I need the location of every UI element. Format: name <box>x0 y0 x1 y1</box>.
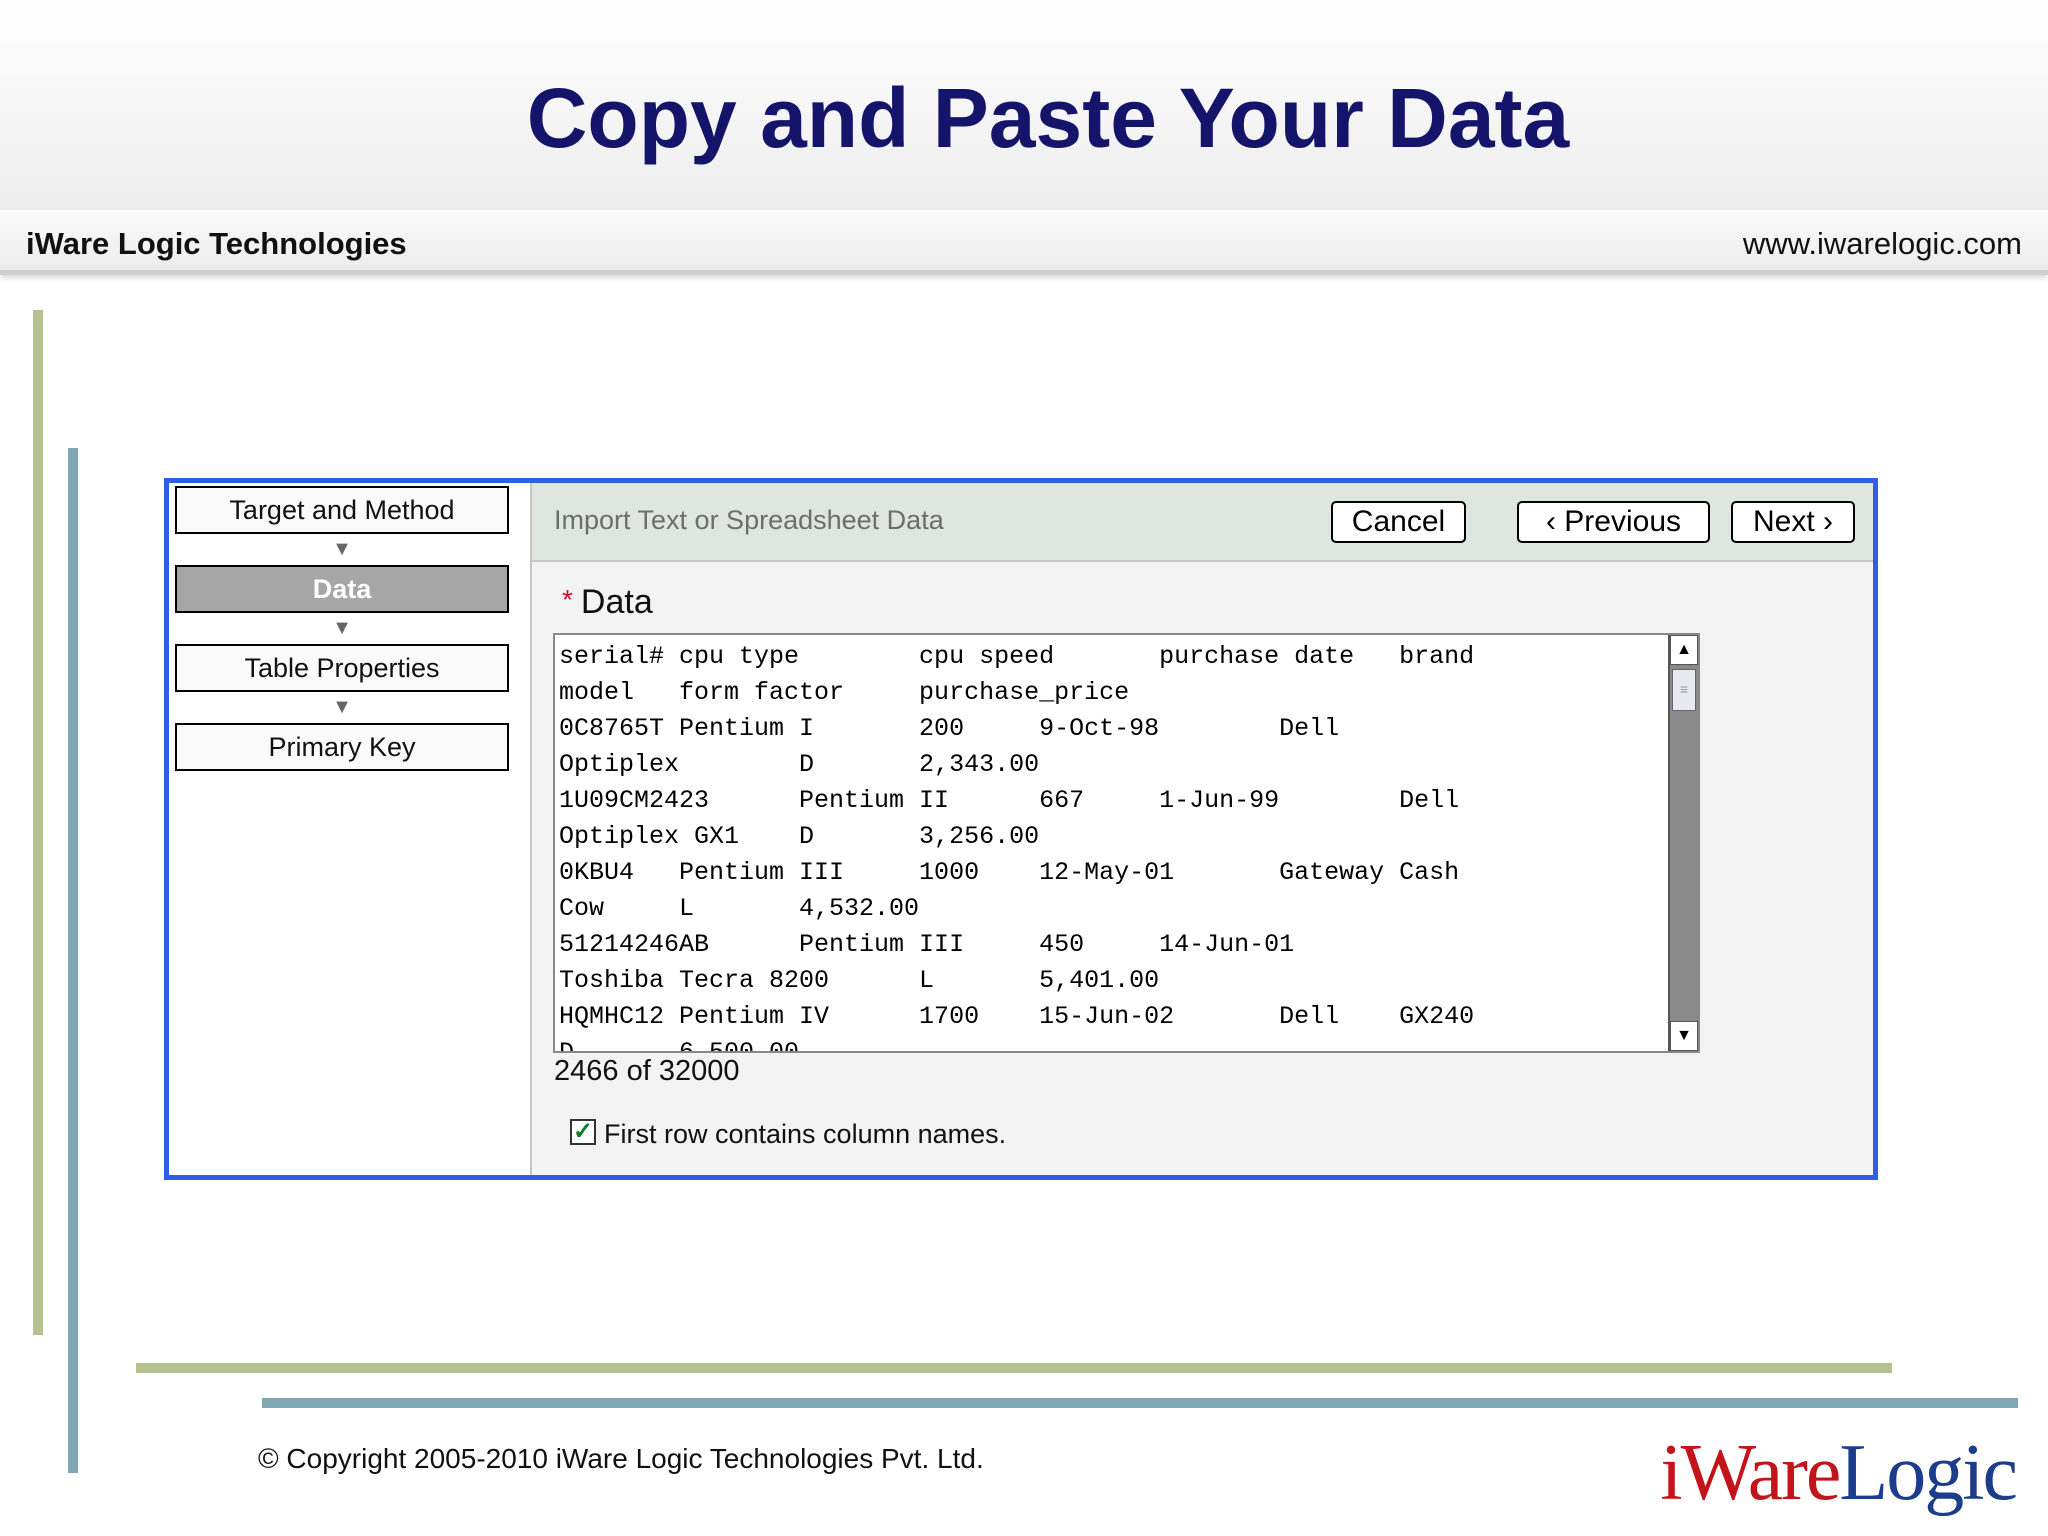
decorative-vertical-line-teal <box>68 448 78 1473</box>
website-url: www.iwarelogic.com <box>1742 226 2022 261</box>
scroll-up-arrow-icon[interactable]: ▲ <box>1670 635 1698 665</box>
data-textarea-content[interactable]: serial# cpu type cpu speed purchase date… <box>559 639 1679 1051</box>
chevron-down-icon: ▼ <box>332 617 352 639</box>
logo-part-iware: iWare <box>1660 1429 1841 1517</box>
decorative-vertical-line-green <box>33 310 43 1335</box>
chevron-down-icon: ▼ <box>332 538 352 560</box>
brand-bar: iWare Logic Technologies www.iwarelogic.… <box>0 210 2048 275</box>
wizard-header-title: Import Text or Spreadsheet Data <box>554 505 944 535</box>
first-row-column-names-checkbox[interactable]: ✓ <box>570 1119 596 1145</box>
character-count: 2466 of 32000 <box>554 1055 740 1087</box>
step-target-and-method[interactable]: Target and Method <box>175 486 509 534</box>
wizard-steps-nav: Target and Method ▼ Data ▼ Table Propert… <box>175 486 509 771</box>
previous-button[interactable]: ‹ Previous <box>1517 501 1710 543</box>
decorative-horizontal-line-teal <box>262 1398 2018 1408</box>
chevron-down-icon: ▼ <box>332 696 352 718</box>
company-name: iWare Logic Technologies <box>26 226 407 261</box>
wizard-content: Import Text or Spreadsheet Data Cancel ‹… <box>530 483 1873 1175</box>
scrollbar-thumb[interactable]: ≡ <box>1672 669 1696 711</box>
company-logo: iWareLogic <box>1660 1428 2018 1519</box>
first-row-column-names-label[interactable]: First row contains column names. <box>604 1119 1006 1150</box>
step-table-properties[interactable]: Table Properties <box>175 644 509 692</box>
vertical-scrollbar[interactable]: ▲ ≡ ▼ <box>1668 635 1698 1051</box>
cancel-button[interactable]: Cancel <box>1331 501 1466 543</box>
wizard-header: Import Text or Spreadsheet Data Cancel ‹… <box>532 483 1873 562</box>
slide-title: Copy and Paste Your Data <box>526 71 1570 165</box>
data-field-label: * Data <box>562 583 653 622</box>
scroll-down-arrow-icon[interactable]: ▼ <box>1670 1021 1698 1051</box>
step-primary-key[interactable]: Primary Key <box>175 723 509 771</box>
step-data[interactable]: Data <box>175 565 509 613</box>
checkmark-icon: ✓ <box>572 1118 594 1145</box>
next-button[interactable]: Next › <box>1731 501 1855 543</box>
decorative-horizontal-line-green <box>136 1363 1892 1373</box>
data-field-label-text: Data <box>580 583 653 621</box>
copyright-notice: © Copyright 2005-2010 iWare Logic Techno… <box>258 1443 984 1474</box>
required-marker: * <box>562 584 573 615</box>
data-textarea[interactable]: serial# cpu type cpu speed purchase date… <box>553 633 1700 1053</box>
logo-part-logic: Logic <box>1839 1429 2018 1517</box>
import-wizard-window: Target and Method ▼ Data ▼ Table Propert… <box>164 478 1878 1180</box>
